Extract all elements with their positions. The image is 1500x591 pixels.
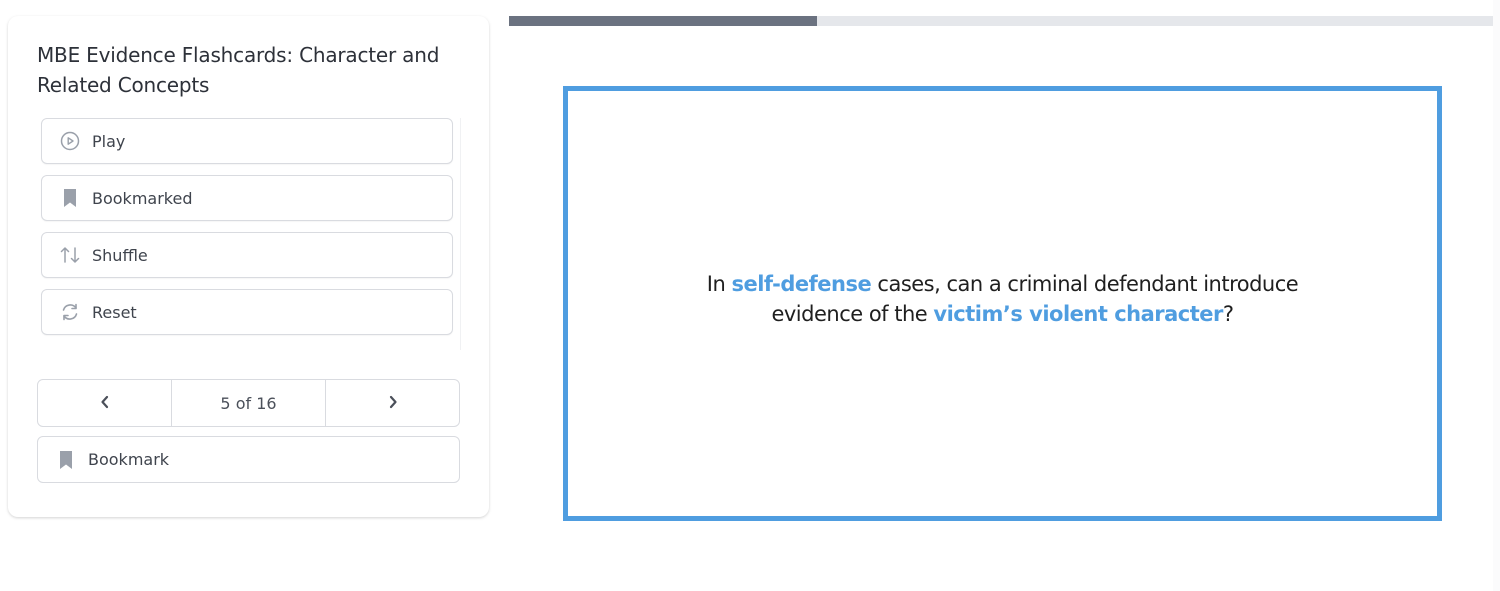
question-text: In <box>706 271 732 296</box>
bookmarked-filter-button[interactable]: Bookmarked <box>41 175 453 221</box>
deck-title: MBE Evidence Flashcards: Character and R… <box>37 43 440 97</box>
current-card-number: 5 <box>220 393 231 413</box>
reset-button[interactable]: Reset <box>41 289 453 335</box>
shuffle-label: Shuffle <box>92 245 148 265</box>
action-list: Play Bookmarked Shuffle Reset <box>41 118 461 350</box>
flashcards-page: MBE Evidence Flashcards: Character and R… <box>0 0 1500 591</box>
progress-bar-fill <box>509 16 817 26</box>
question-highlight: victim’s violent character <box>933 301 1223 326</box>
counter-separator: of <box>230 393 257 413</box>
chevron-right-icon <box>387 394 399 413</box>
bookmark-label: Bookmark <box>88 450 170 469</box>
bookmarked-label: Bookmarked <box>92 188 193 208</box>
play-circle-icon <box>59 130 81 152</box>
question-text: ? <box>1222 301 1234 326</box>
total-card-count: 16 <box>256 393 277 413</box>
chevron-left-icon <box>99 394 111 413</box>
previous-card-button[interactable] <box>38 380 172 426</box>
right-edge-gutter <box>1493 0 1500 591</box>
bookmark-icon <box>55 449 77 471</box>
sidebar-panel: MBE Evidence Flashcards: Character and R… <box>8 16 489 517</box>
play-label: Play <box>92 131 126 151</box>
question-highlight: self-defense <box>731 271 872 296</box>
play-button[interactable]: Play <box>41 118 453 164</box>
flashcard-question: In self-defense cases, can a criminal de… <box>683 269 1323 329</box>
study-area: In self-defense cases, can a criminal de… <box>509 0 1493 591</box>
next-card-button[interactable] <box>326 380 459 426</box>
reset-arrows-icon <box>59 301 81 323</box>
card-pager: 5 of 16 <box>37 379 460 427</box>
flashcard[interactable]: In self-defense cases, can a criminal de… <box>563 86 1442 521</box>
card-counter: 5 of 16 <box>172 380 326 426</box>
bookmark-card-button[interactable]: Bookmark <box>37 436 460 483</box>
shuffle-button[interactable]: Shuffle <box>41 232 453 278</box>
shuffle-arrows-icon <box>59 244 81 266</box>
bookmark-icon <box>59 187 81 209</box>
progress-bar <box>509 16 1493 26</box>
reset-label: Reset <box>92 302 137 322</box>
